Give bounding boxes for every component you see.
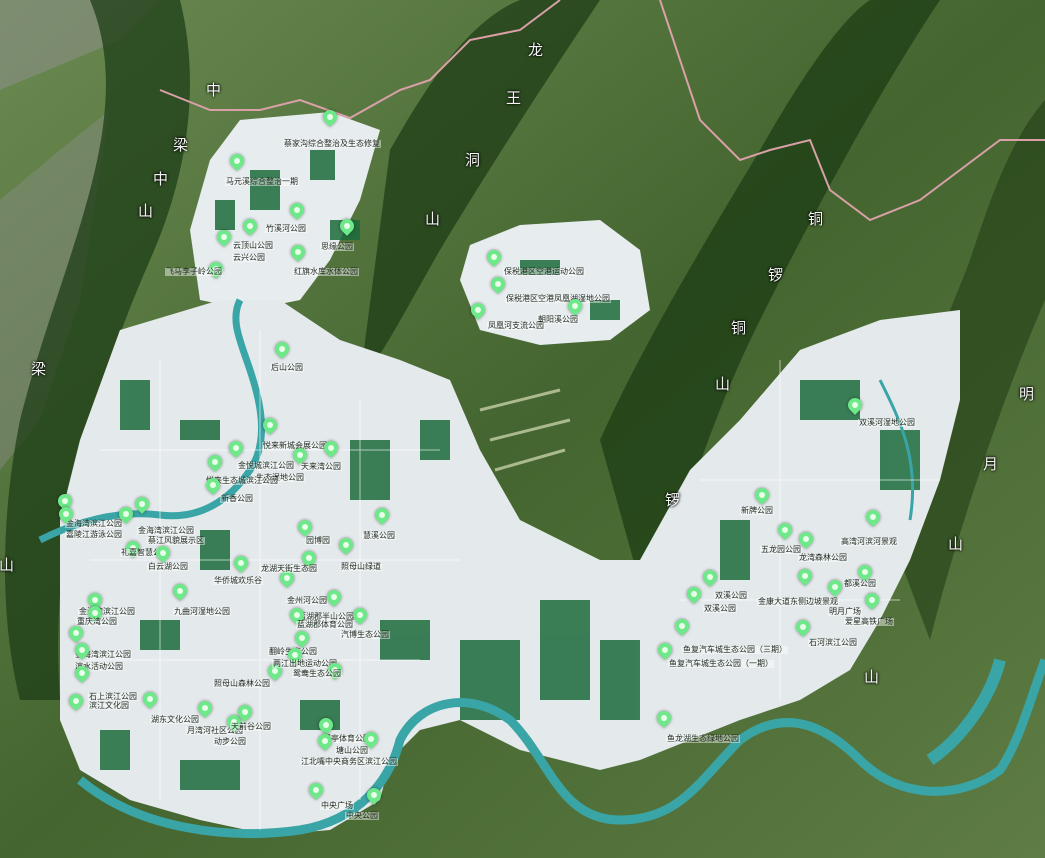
park-label: 照母山森林公园 [213, 679, 271, 688]
park-label: 金海湾滨江公园 [137, 526, 195, 535]
park-label: 飞马李子岭公园 [165, 267, 223, 276]
park-label: 滨江文化园 [88, 701, 130, 710]
park-label: 重庆湾公园 [76, 617, 118, 626]
park-label: 中央公园 [345, 811, 379, 820]
mountain-label: 山 [425, 210, 441, 228]
park-label: 都溪公园 [843, 579, 877, 588]
park-label: 双溪公园 [714, 591, 748, 600]
park-label: 蓝湖郡体育公园 [296, 620, 354, 629]
park-label: 双溪公园 [703, 604, 737, 613]
mountain-label: 洞 [465, 151, 481, 169]
mountain-label: 梁 [31, 360, 47, 378]
park-label: 鱼复汽车城生态公园（一期） [668, 659, 774, 668]
park-label: 双溪河湿地公园 [858, 418, 916, 427]
park-label: 龙湖天街生态园 [260, 564, 318, 573]
mountain-label: 明 [1019, 385, 1035, 403]
park-label: 保税港区空港凤凰湖湿地公园 [505, 294, 611, 303]
mountain-label: 山 [948, 535, 964, 553]
park-label: 中央广场 [320, 801, 354, 810]
park-label: 蔡家沟综合整治及生态修复 [283, 139, 381, 148]
park-label: 红旗水库水体公园 [293, 267, 359, 276]
mountain-label: 梁 [173, 136, 189, 154]
mountain-label: 山 [0, 556, 15, 574]
park-label: 明月广场 [828, 607, 862, 616]
park-label: 慧溪公园 [362, 531, 396, 540]
park-label: 爱星高铁广场 [844, 617, 894, 626]
park-label: 嘉陵江游泳公园 [65, 530, 123, 539]
park-label: 鸳鸯生态公园 [292, 669, 342, 678]
mountain-label: 锣 [665, 491, 681, 509]
park-label: 凤凰河支流公园 [487, 321, 545, 330]
park-label: 石上滨江公园 [88, 692, 138, 701]
park-label: 新牌公园 [740, 506, 774, 515]
mountain-label: 锣 [768, 266, 784, 284]
park-label: 云兴公园 [232, 253, 266, 262]
park-label: 龙湾森林公园 [798, 553, 848, 562]
park-label: 保税港区空港运动公园 [503, 267, 585, 276]
mountain-label: 铜 [808, 210, 824, 228]
park-label: 金州河公园 [286, 596, 328, 605]
mountain-label: 月 [983, 455, 999, 473]
park-label: 白云湖公园 [147, 562, 189, 571]
mountain-label: 中 [206, 81, 222, 99]
park-label: 思缘公园 [320, 242, 354, 251]
park-label: 天前谷公园 [230, 722, 272, 731]
park-label: 新香公园 [220, 494, 254, 503]
park-label: 江北嘴中央商务区滨江公园 [300, 757, 398, 766]
park-label: 竹溪河公园 [265, 224, 307, 233]
map-canvas[interactable]: 中梁中山龙王洞山梁山铜锣铜山锣明月山山 蔡家沟综合整治及生态修复 马元溪综合整治一… [0, 0, 1045, 858]
map-base-layer [0, 0, 1045, 858]
mountain-label: 中 [153, 170, 169, 188]
park-label: 园博园 [305, 536, 331, 545]
park-label: 九曲河湿地公园 [173, 607, 231, 616]
park-label: 华侨城欢乐谷 [213, 576, 263, 585]
park-label: 云顶山公园 [232, 241, 274, 250]
park-label: 汽博生态公园 [340, 630, 390, 639]
park-label: 石河滨江公园 [808, 638, 858, 647]
park-label: 湖东文化公园 [150, 715, 200, 724]
mountain-label: 山 [864, 668, 880, 686]
mountain-label: 山 [715, 375, 731, 393]
park-label: 天来湾公园 [300, 462, 342, 471]
mountain-label: 山 [138, 202, 154, 220]
mountain-label: 铜 [731, 319, 747, 337]
mountain-label: 王 [506, 89, 522, 107]
park-label: 金康大道东侧边坡景观 [757, 597, 839, 606]
park-label: 金海湾滨江公园 [65, 519, 123, 528]
park-label: 后山公园 [270, 363, 304, 372]
park-label: 照母山绿道 [340, 562, 382, 571]
park-label: 鱼复汽车城生态公园（三期） [682, 645, 788, 654]
park-label: 蔡江风貌展示区 [147, 536, 205, 545]
park-label: 高湾河滨河景观 [840, 537, 898, 546]
mountain-label: 龙 [528, 41, 544, 59]
park-label: 鱼龙湖生态绿地公园 [666, 734, 740, 743]
park-label: 马元溪综合整治一期 [225, 177, 299, 186]
park-label: 塘山公园 [335, 746, 369, 755]
park-label: 动步公园 [213, 737, 247, 746]
park-label: 五龙园公园 [760, 545, 802, 554]
park-label: 金悦城滨江公园 [237, 461, 295, 470]
